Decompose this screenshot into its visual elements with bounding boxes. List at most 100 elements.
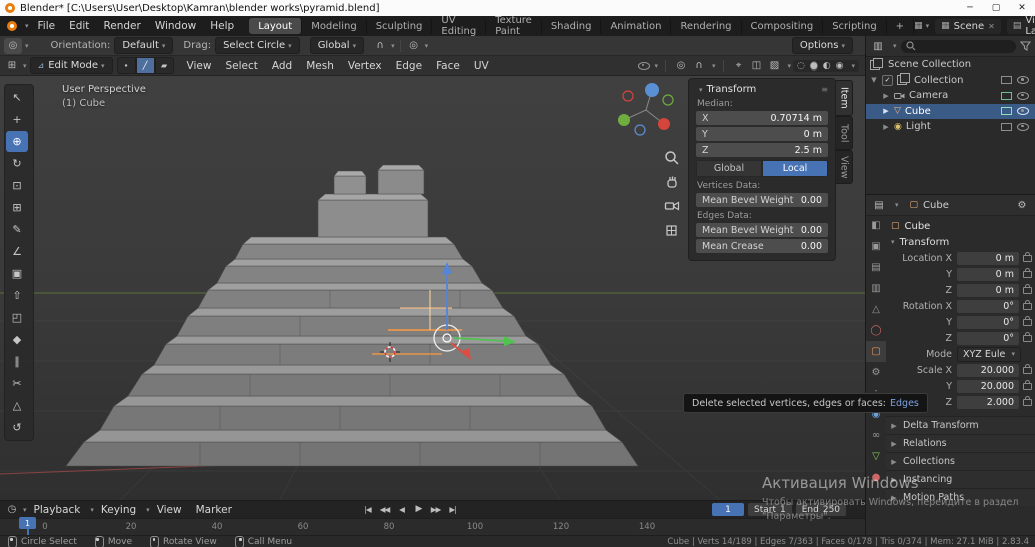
sidebar-tab-tool[interactable]: Tool <box>836 116 853 150</box>
camera-view-icon[interactable] <box>664 198 680 214</box>
show-object-types-icon[interactable] <box>637 61 650 70</box>
gizmos-icon[interactable]: ⌖ <box>731 58 747 74</box>
tab-scene[interactable]: △ <box>866 299 886 320</box>
render-visibility-icon[interactable] <box>1001 122 1012 131</box>
tab-shading[interactable]: Shading <box>542 18 602 34</box>
cursor-tool[interactable]: + <box>6 109 28 130</box>
tab-scripting[interactable]: Scripting <box>823 18 887 34</box>
section-collections[interactable]: ▶ Collections <box>886 452 1035 470</box>
expand-arrow-icon[interactable]: ▶ <box>882 123 890 131</box>
sidebar-tab-view[interactable]: View <box>836 150 853 184</box>
panel-grip-icon[interactable]: ≡ <box>821 85 828 94</box>
view-layer-selector[interactable]: ▤ View Layer ✕ <box>1006 15 1035 37</box>
expand-arrow-icon[interactable]: ▶ <box>882 92 890 100</box>
menu-edge[interactable]: Edge <box>389 60 429 72</box>
object-name-row[interactable]: ▢ Cube <box>888 218 1032 234</box>
rotation-mode-dropdown[interactable]: XYZ Eule ▾ <box>957 346 1021 362</box>
editor-type-icon[interactable]: ◷ <box>4 502 20 518</box>
viewport-3d[interactable]: ↖ + ⊕ ↻ ⊡ ⊞ ✎ ∠ ▣ ⇧ ◰ ◆ ∥ ✂ △ ↺ User Per… <box>0 76 865 500</box>
menu-window[interactable]: Window <box>148 20 203 32</box>
tab-layout[interactable]: Layout <box>249 18 303 34</box>
proportional-editing-icon[interactable]: ◎ <box>406 38 422 54</box>
menu-render[interactable]: Render <box>96 20 147 32</box>
rendered-shading-icon[interactable]: ◉ <box>836 61 844 71</box>
edge-bevel-weight-field[interactable]: Mean Bevel Weight 0.00 <box>696 223 828 237</box>
move-tool[interactable]: ⊕ <box>6 131 28 152</box>
unlink-scene-icon[interactable]: ✕ <box>988 22 995 31</box>
solid-shading-icon[interactable]: ● <box>809 60 818 71</box>
lock-icon[interactable] <box>1023 283 1032 294</box>
outliner-row-light[interactable]: ▶ ◉ Light <box>866 119 1035 135</box>
transform-tool[interactable]: ⊞ <box>6 197 28 218</box>
expand-arrow-icon[interactable]: ▶ <box>882 107 890 115</box>
scale-x-field[interactable]: 20.000 <box>957 363 1019 377</box>
vertex-select-mode-button[interactable]: ∙ <box>116 57 136 74</box>
rotation-z-field[interactable]: 0° <box>957 331 1019 345</box>
scene-selector[interactable]: ▦ Scene ✕ <box>935 18 1001 34</box>
menu-add[interactable]: Add <box>265 60 299 72</box>
end-frame-field[interactable]: End 250 <box>795 503 847 516</box>
blender-app-menu-button[interactable]: ▾ <box>2 21 29 31</box>
vertex-bevel-weight-field[interactable]: Mean Bevel Weight 0.00 <box>696 193 828 207</box>
rotation-x-field[interactable]: 0° <box>957 299 1019 313</box>
editor-layout-icon[interactable]: ▦ <box>914 21 923 31</box>
hide-eye-icon[interactable] <box>1017 76 1029 85</box>
outliner-row-scene-collection[interactable]: Scene Collection <box>866 57 1035 73</box>
scale-y-field[interactable]: 20.000 <box>957 379 1019 393</box>
material-shading-icon[interactable]: ◐ <box>823 61 831 71</box>
lock-icon[interactable] <box>1023 251 1032 262</box>
tab-object-data[interactable]: ▽ <box>866 446 886 467</box>
hide-eye-icon[interactable] <box>1017 122 1029 131</box>
tab-rendering[interactable]: Rendering <box>671 18 742 34</box>
playhead-frame-badge[interactable]: 1 <box>19 517 36 529</box>
next-keyframe-button[interactable]: ▶▶ <box>428 502 443 516</box>
jump-to-start-button[interactable]: |◀ <box>360 502 375 516</box>
tab-animation[interactable]: Animation <box>601 18 672 34</box>
tab-uv-editing[interactable]: UV Editing <box>432 15 487 37</box>
mode-dropdown[interactable]: ⊿ Edit Mode ▾ <box>29 57 113 74</box>
orientation-dropdown[interactable]: Default ▾ <box>114 37 174 54</box>
poly-build-tool[interactable]: △ <box>6 395 28 416</box>
navigation-gizmo-icon[interactable] <box>612 80 684 142</box>
tab-modeling[interactable]: Modeling <box>302 18 367 34</box>
knife-tool[interactable]: ✂ <box>6 373 28 394</box>
tab-sculpting[interactable]: Sculpting <box>367 18 433 34</box>
expand-arrow-icon[interactable]: ▼ <box>870 76 878 84</box>
section-motion-paths[interactable]: ▶ Motion Paths <box>886 488 1035 506</box>
menu-keying[interactable]: Keying <box>94 504 143 516</box>
minimize-button[interactable]: ─ <box>957 0 983 16</box>
location-z-field[interactable]: 0 m <box>957 283 1019 297</box>
snap-magnet-icon[interactable]: ∩ <box>691 58 707 74</box>
add-cube-tool[interactable]: ▣ <box>6 263 28 284</box>
loop-cut-tool[interactable]: ∥ <box>6 351 28 372</box>
play-reverse-button[interactable]: ◀ <box>394 502 409 516</box>
median-z-field[interactable]: Z 2.5 m <box>696 143 828 157</box>
menu-mesh[interactable]: Mesh <box>299 60 341 72</box>
lock-icon[interactable] <box>1023 395 1032 406</box>
tab-tool[interactable]: ◧ <box>866 215 886 236</box>
render-visibility-icon[interactable] <box>1001 91 1012 100</box>
hide-eye-icon[interactable] <box>1017 107 1029 116</box>
menu-face[interactable]: Face <box>429 60 467 72</box>
menu-view[interactable]: View <box>180 60 219 72</box>
start-frame-field[interactable]: Start 1 <box>748 503 792 516</box>
outliner-row-collection[interactable]: ▼ Collection <box>866 73 1035 89</box>
scale-z-field[interactable]: 2.000 <box>957 395 1019 409</box>
menu-uv[interactable]: UV <box>467 60 496 72</box>
lock-icon[interactable] <box>1023 267 1032 278</box>
pan-hand-icon[interactable] <box>664 174 680 190</box>
options-dropdown[interactable]: Options ▾ <box>791 37 853 54</box>
current-frame-field[interactable]: 1 <box>712 503 744 516</box>
tab-material[interactable]: ● <box>866 467 886 488</box>
tab-output[interactable]: ▤ <box>866 257 886 278</box>
menu-edit[interactable]: Edit <box>62 20 96 32</box>
outliner-row-camera[interactable]: ▶ Camera <box>866 88 1035 104</box>
panel-title[interactable]: Transform <box>707 84 757 95</box>
median-x-field[interactable]: X 0.70714 m <box>696 111 828 125</box>
tool-settings-icon[interactable]: ⚙ <box>1014 197 1030 213</box>
editor-type-icon[interactable]: ▥ <box>870 38 886 54</box>
face-select-mode-button[interactable]: ▰ <box>154 57 174 74</box>
section-relations[interactable]: ▶ Relations <box>886 434 1035 452</box>
play-button[interactable]: ▶ <box>411 502 426 516</box>
outliner-search-input[interactable] <box>900 39 1016 53</box>
